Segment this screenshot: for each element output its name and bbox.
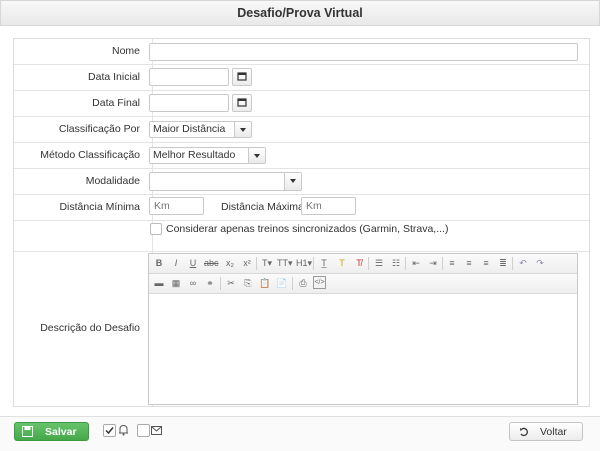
notify-checkbox[interactable]: [103, 424, 116, 437]
modalidade-select[interactable]: [149, 172, 302, 191]
bold-icon[interactable]: B: [152, 256, 166, 270]
footer-bar: Salvar Voltar: [0, 416, 600, 451]
row-data-final: Data Final: [14, 91, 589, 117]
underline-icon[interactable]: U: [186, 256, 200, 270]
data-final-label: Data Final: [92, 97, 140, 109]
metodo-select[interactable]: Melhor Resultado: [149, 147, 266, 164]
remove-format-icon[interactable]: T̸: [352, 256, 366, 270]
heading-icon[interactable]: H1▾: [296, 256, 312, 270]
clear-format-icon[interactable]: T̲: [317, 256, 331, 270]
toolbar-separator: [256, 257, 257, 270]
nome-input[interactable]: [149, 43, 578, 61]
align-center-icon[interactable]: ≡: [462, 256, 476, 270]
indent-icon[interactable]: ⇥: [426, 256, 440, 270]
bell-icon: [119, 424, 128, 436]
font-family-icon[interactable]: T▾: [260, 256, 274, 270]
paste-icon[interactable]: 📋: [258, 276, 272, 290]
data-final-calendar-button[interactable]: [232, 94, 252, 112]
redo-icon[interactable]: ↷: [533, 256, 547, 270]
calendar-icon: [237, 98, 247, 107]
nome-label: Nome: [111, 45, 140, 57]
text-color-icon[interactable]: T: [335, 256, 349, 270]
descricao-editor: B I U abc x₂ x² T▾ TT▾ H1▾ T̲ T T̸ ☰ ☷ ⇤…: [148, 253, 578, 405]
editor-toolbar-row-2: ▬ ▦ ∞ ⚭ ✂ ⎘ 📋 📄 ⎙ </>: [149, 274, 577, 294]
strikethrough-icon[interactable]: abc: [204, 256, 219, 270]
unlink-icon[interactable]: ⚭: [203, 276, 217, 290]
row-modalidade: Modalidade: [14, 169, 589, 195]
checkmark-icon: [105, 427, 114, 435]
justify-icon[interactable]: ≣: [496, 256, 510, 270]
data-inicial-input[interactable]: [149, 68, 229, 86]
sync-checkbox[interactable]: [150, 223, 162, 235]
toolbar-separator: [313, 257, 314, 270]
chevron-down-icon: [284, 173, 301, 190]
copy-icon[interactable]: ⎘: [241, 276, 255, 290]
save-button[interactable]: Salvar: [14, 422, 89, 441]
chevron-down-icon: [234, 122, 251, 137]
data-inicial-label: Data Inicial: [88, 71, 140, 83]
toolbar-separator: [368, 257, 369, 270]
modalidade-label: Modalidade: [85, 175, 140, 187]
dist-min-label: Distância Mínima: [59, 201, 140, 213]
back-button[interactable]: Voltar: [509, 422, 583, 441]
cut-icon[interactable]: ✂: [224, 276, 238, 290]
number-list-icon[interactable]: ☷: [389, 256, 403, 270]
dist-min-input[interactable]: [149, 197, 204, 215]
back-label: Voltar: [540, 426, 567, 438]
metodo-label: Método Classificação: [40, 149, 140, 161]
toolbar-separator: [442, 257, 443, 270]
classificacao-select[interactable]: Maior Distância: [149, 121, 252, 138]
toolbar-separator: [220, 277, 221, 290]
outdent-icon[interactable]: ⇤: [409, 256, 423, 270]
classificacao-value: Maior Distância: [153, 123, 226, 135]
source-icon[interactable]: </>: [313, 276, 326, 289]
toolbar-separator: [405, 257, 406, 270]
italic-icon[interactable]: I: [169, 256, 183, 270]
calendar-icon: [237, 72, 247, 81]
align-right-icon[interactable]: ≡: [479, 256, 493, 270]
toolbar-separator: [512, 257, 513, 270]
print-icon[interactable]: ⎙: [296, 276, 310, 290]
editor-toolbar-row-1: B I U abc x₂ x² T▾ TT▾ H1▾ T̲ T T̸ ☰ ☷ ⇤…: [149, 254, 577, 274]
descricao-label: Descrição do Desafio: [40, 322, 140, 334]
row-metodo: Método Classificação Melhor Resultado: [14, 143, 589, 169]
align-left-icon[interactable]: ≡: [445, 256, 459, 270]
save-label: Salvar: [45, 426, 77, 438]
editor-content-area[interactable]: [149, 294, 577, 404]
data-inicial-calendar-button[interactable]: [232, 68, 252, 86]
row-sync: Considerar apenas treinos sincronizados …: [14, 221, 589, 252]
paste-word-icon[interactable]: 📄: [275, 276, 289, 290]
table-icon[interactable]: ▦: [169, 276, 183, 290]
subscript-icon[interactable]: x₂: [223, 256, 237, 270]
dist-max-input[interactable]: [301, 197, 356, 215]
row-distancia: Distância Mínima Distância Máxima: [14, 195, 589, 221]
row-data-inicial: Data Inicial: [14, 65, 589, 91]
email-checkbox[interactable]: [137, 424, 150, 437]
chevron-down-icon: [248, 148, 265, 163]
data-final-input[interactable]: [149, 94, 229, 112]
row-nome: Nome: [14, 39, 589, 65]
horizontal-rule-icon[interactable]: ▬: [152, 276, 166, 290]
superscript-icon[interactable]: x²: [240, 256, 254, 270]
link-icon[interactable]: ∞: [186, 276, 200, 290]
save-icon: [22, 426, 33, 437]
metodo-value: Melhor Resultado: [153, 149, 236, 161]
row-classificacao: Classificação Por Maior Distância: [14, 117, 589, 143]
font-size-icon[interactable]: TT▾: [277, 256, 293, 270]
sync-label: Considerar apenas treinos sincronizados …: [166, 223, 449, 235]
classificacao-label: Classificação Por: [58, 123, 140, 135]
undo-icon[interactable]: ↶: [516, 256, 530, 270]
bullet-list-icon[interactable]: ☰: [372, 256, 386, 270]
undo-arrow-icon: [520, 427, 528, 437]
toolbar-separator: [292, 277, 293, 290]
window-title: Desafio/Prova Virtual: [0, 0, 600, 26]
dist-max-label: Distância Máxima: [221, 201, 304, 213]
envelope-icon: [151, 426, 162, 435]
